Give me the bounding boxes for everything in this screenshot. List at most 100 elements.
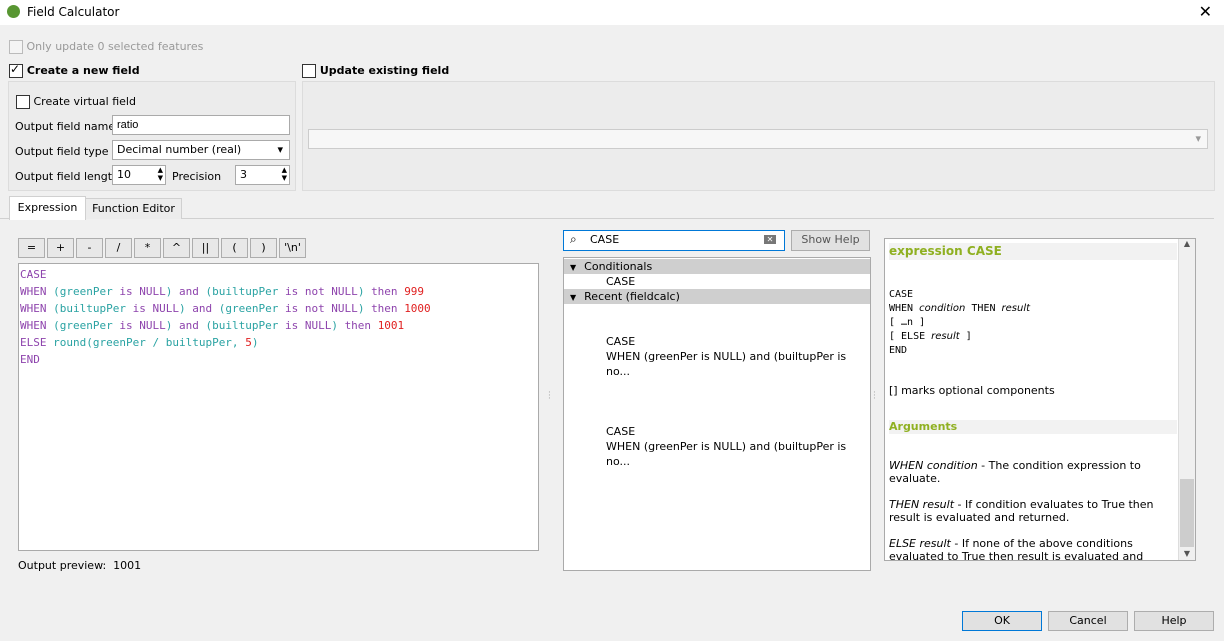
token: ) xyxy=(251,336,259,349)
scroll-up-icon[interactable]: ▲ xyxy=(1179,239,1195,248)
help-scrollbar[interactable]: ▲ ▼ xyxy=(1178,239,1195,560)
window-title: Field Calculator xyxy=(27,5,120,19)
operator-button[interactable]: - xyxy=(76,238,103,258)
operator-button[interactable]: * xyxy=(134,238,161,258)
output-preview: Output preview: 1001 xyxy=(18,559,141,572)
operator-button[interactable]: ^ xyxy=(163,238,190,258)
existing-field-select: ▾ xyxy=(308,129,1208,149)
token: (greenPer xyxy=(53,285,120,298)
tree-item-case[interactable]: CASE xyxy=(564,274,870,289)
operator-button[interactable]: = xyxy=(18,238,45,258)
expand-arrow-icon[interactable]: ▼ xyxy=(570,293,576,302)
spin-arrows-icon[interactable]: ▲ ▼ xyxy=(282,166,287,182)
arg-name: THEN result xyxy=(889,498,955,511)
output-field-name-label: Output field name xyxy=(15,120,116,133)
chevron-down-icon: ▾ xyxy=(277,143,283,156)
operator-button[interactable]: '\n' xyxy=(279,238,306,258)
recent-item[interactable]: CASE WHEN (greenPer is NULL) and (builtup… xyxy=(606,424,870,469)
token: CASE xyxy=(20,268,47,281)
recent-item[interactable]: CASE WHEN (greenPer is NULL) and (builtup… xyxy=(606,334,870,379)
output-field-type-label: Output field type xyxy=(15,145,109,158)
scroll-down-icon[interactable]: ▼ xyxy=(1179,549,1195,558)
token: then xyxy=(371,302,405,315)
precision-label: Precision xyxy=(172,170,222,183)
token: ) xyxy=(357,285,372,298)
update-existing-group: ▾ xyxy=(302,81,1215,191)
expand-arrow-icon[interactable]: ▼ xyxy=(570,263,576,272)
syntax-arg: condition xyxy=(919,303,966,314)
field-length-spinbox[interactable]: 10 ▲ ▼ xyxy=(112,165,166,185)
token: ) xyxy=(165,285,179,298)
operator-button[interactable]: / xyxy=(105,238,132,258)
show-help-button[interactable]: Show Help xyxy=(791,230,870,251)
scroll-thumb[interactable] xyxy=(1180,479,1194,547)
arguments-list: WHEN condition - The condition expressio… xyxy=(889,459,1177,560)
token: WHEN xyxy=(20,319,54,332)
precision-value: 3 xyxy=(240,168,247,181)
search-icon: ⌕ xyxy=(570,232,577,246)
create-new-field-group: Create virtual field Output field name O… xyxy=(8,81,296,191)
recent-line: WHEN (greenPer is NULL) and (builtupPer … xyxy=(606,350,847,378)
update-existing-checkbox[interactable]: Update existing field xyxy=(302,64,449,78)
token: ) xyxy=(331,319,345,332)
chevron-down-icon: ▾ xyxy=(1195,132,1201,145)
expression-line: WHEN (greenPer is NULL) and (builtupPer … xyxy=(20,283,537,300)
title-bar: Field Calculator ✕ xyxy=(0,0,1224,25)
group-label: Recent (fieldcalc) xyxy=(584,290,680,303)
clear-icon[interactable]: ✕ xyxy=(764,235,776,244)
update-existing-label: Update existing field xyxy=(319,64,450,77)
operator-button[interactable]: ( xyxy=(221,238,248,258)
create-new-field-checkbox[interactable]: Create a new field xyxy=(9,62,140,78)
syntax-line: [ ELSE result ] xyxy=(889,330,1030,344)
token: is NULL xyxy=(119,285,166,298)
operator-button[interactable]: + xyxy=(47,238,74,258)
syntax-line: END xyxy=(889,345,908,356)
recent-line: CASE xyxy=(606,425,636,438)
qgis-logo-icon xyxy=(7,5,20,18)
token: (builtupPer xyxy=(53,302,133,315)
expression-line: WHEN (greenPer is NULL) and (builtupPer … xyxy=(20,317,537,334)
function-search-input[interactable]: ⌕ CASE ✕ xyxy=(563,230,785,251)
splitter-handle[interactable]: · · · xyxy=(873,389,876,404)
operator-button[interactable]: ) xyxy=(250,238,277,258)
spin-arrows-icon[interactable]: ▲ ▼ xyxy=(158,166,163,182)
tab-divider xyxy=(0,218,1214,219)
splitter-handle[interactable]: · · · xyxy=(548,389,551,404)
token: 5 xyxy=(245,336,252,349)
expression-code[interactable]: CASE WHEN (greenPer is NULL) and (builtup… xyxy=(20,266,537,368)
token: 999 xyxy=(404,285,425,298)
tree-group-recent[interactable]: ▼ Recent (fieldcalc) xyxy=(564,289,870,304)
tab-function-editor[interactable]: Function Editor xyxy=(85,198,182,219)
syntax-line: [ …n ] xyxy=(889,317,926,328)
tab-expression[interactable]: Expression xyxy=(9,196,86,220)
syntax-line: WHEN condition THEN result xyxy=(889,302,1030,316)
tab-label: Expression xyxy=(17,201,78,214)
token: WHEN xyxy=(20,285,54,298)
recent-line: WHEN (greenPer is NULL) and (builtupPer … xyxy=(606,440,847,468)
ok-button[interactable]: OK xyxy=(962,611,1042,631)
precision-spinbox[interactable]: 3 ▲ ▼ xyxy=(235,165,290,185)
operator-toolbar: = + - / * ^ ||() '\n' xyxy=(18,238,308,258)
recent-line: CASE xyxy=(606,335,636,348)
token: then xyxy=(344,319,378,332)
token: is NULL xyxy=(119,319,166,332)
cancel-button[interactable]: Cancel xyxy=(1048,611,1128,631)
token: is NULL xyxy=(132,302,179,315)
token: (greenPer xyxy=(218,302,285,315)
argument: THEN result - If condition evaluates to … xyxy=(889,498,1177,524)
tree-group-conditionals[interactable]: ▼ Conditionals xyxy=(564,259,870,274)
close-icon[interactable]: ✕ xyxy=(1199,2,1212,21)
virtual-field-checkbox[interactable]: Create virtual field xyxy=(16,95,136,109)
operator-button[interactable]: || xyxy=(192,238,219,258)
output-field-name-input[interactable] xyxy=(112,115,290,135)
output-field-type-select[interactable]: Decimal number (real) ▾ xyxy=(112,140,290,160)
expression-line: CASE xyxy=(20,266,537,283)
help-label: Help xyxy=(1161,614,1187,627)
expression-editor[interactable]: CASE WHEN (greenPer is NULL) and (builtup… xyxy=(18,263,539,551)
help-panel: expression CASE CASE WHEN condition THEN… xyxy=(884,238,1196,561)
group-label: Conditionals xyxy=(584,260,653,273)
function-tree[interactable]: ▼ Conditionals CASE ▼ Recent (fieldcalc) C… xyxy=(563,257,871,571)
expression-line: END xyxy=(20,351,537,368)
help-button[interactable]: Help xyxy=(1134,611,1214,631)
only-update-checkbox: Only update 0 selected features xyxy=(9,40,203,54)
